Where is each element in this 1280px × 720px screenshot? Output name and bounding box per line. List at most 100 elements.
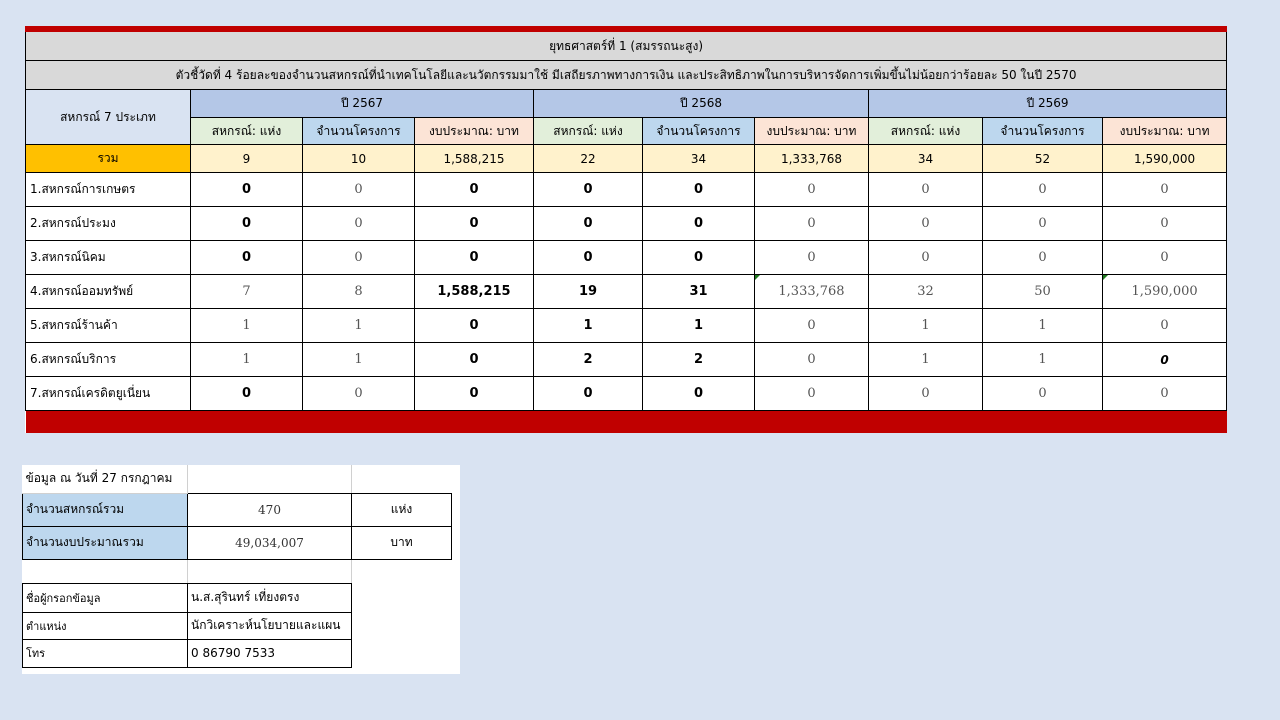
table-cell[interactable]: 50 (982, 274, 1103, 309)
empty-cell (352, 559, 452, 583)
table-cell[interactable]: 1 (868, 342, 983, 377)
table-cell[interactable]: 1 (982, 342, 1103, 377)
table-cell[interactable]: 0 (642, 172, 755, 207)
table-cell[interactable]: 0 (414, 342, 534, 377)
table-cell[interactable]: 0 (868, 376, 983, 411)
table-cell[interactable]: 0 (868, 240, 983, 275)
table-cell[interactable]: 0 (868, 206, 983, 241)
table-cell[interactable]: 0 (302, 376, 415, 411)
table-cell[interactable]: 0 (190, 172, 303, 207)
table-row: 1.สหกรณ์การเกษตร 0 0 0 0 0 0 0 0 0 (25, 172, 1228, 207)
table-cell[interactable]: 0 (1101, 172, 1228, 207)
table-cell[interactable]: 0 (754, 206, 869, 241)
table-cell[interactable]: 0 (190, 240, 303, 275)
table-cell[interactable]: 0 (1101, 376, 1228, 411)
table-cell[interactable]: 0 (754, 240, 869, 275)
total-cell[interactable]: 34 (868, 144, 983, 173)
table-cell[interactable]: 8 (302, 274, 415, 309)
total-cell[interactable]: 22 (533, 144, 643, 173)
table-cell[interactable]: 0 (1101, 240, 1228, 275)
table-cell[interactable]: 0 (414, 172, 534, 207)
empty-cell (22, 559, 188, 584)
col-header-projects: จำนวนโครงการ (302, 117, 415, 145)
col-header-projects: จำนวนโครงการ (642, 117, 755, 145)
table-cell[interactable]: 1 (868, 308, 983, 343)
total-cell[interactable]: 1,333,768 (754, 144, 869, 173)
table-cell[interactable]: 0 (302, 240, 415, 275)
table-cell[interactable]: 1 (302, 342, 415, 377)
table-cell[interactable]: 19 (533, 274, 643, 309)
table-cell[interactable]: 1 (982, 308, 1103, 343)
table-cell[interactable]: 0 (1101, 308, 1228, 343)
table-cell[interactable]: 0 (754, 172, 869, 207)
table-cell[interactable]: 1,590,000 (1101, 274, 1228, 309)
total-cell[interactable]: 9 (190, 144, 303, 173)
table-cell[interactable]: 0 (302, 206, 415, 241)
table-cell[interactable]: 1 (190, 308, 303, 343)
table-cell[interactable]: 1 (642, 308, 755, 343)
table-cell[interactable]: 1 (533, 308, 643, 343)
table-cell[interactable]: 0 (414, 376, 534, 411)
empty-cell (187, 465, 352, 494)
table-row: 5.สหกรณ์ร้านค้า 1 1 0 1 1 0 1 1 0 (25, 308, 1228, 343)
table-cell[interactable]: 32 (868, 274, 983, 309)
total-budget-value[interactable]: 49,034,007 (187, 525, 352, 560)
table-cell[interactable]: 1 (302, 308, 415, 343)
table-cell[interactable]: 0 (533, 206, 643, 241)
table-row: 7.สหกรณ์เครดิตยูเนี่ยน 0 0 0 0 0 0 0 0 0 (25, 376, 1228, 411)
total-cell[interactable]: 34 (642, 144, 755, 173)
table-cell[interactable]: 0 (414, 308, 534, 343)
total-cell[interactable]: 52 (982, 144, 1103, 173)
col-header-coops: สหกรณ์: แห่ง (533, 117, 643, 145)
table-cell[interactable]: 0 (982, 376, 1103, 411)
table-cell[interactable]: 0 (302, 172, 415, 207)
table-cell[interactable]: 0 (1101, 206, 1228, 241)
table-cell[interactable]: 0 (533, 240, 643, 275)
total-coops-value[interactable]: 470 (187, 492, 352, 527)
table-cell[interactable]: 0 (414, 240, 534, 275)
empty-cell (352, 639, 452, 667)
total-cell[interactable]: 1,590,000 (1101, 144, 1228, 173)
year-header-2567: ปี 2567 (190, 89, 534, 118)
row-label: 4.สหกรณ์ออมทรัพย์ (25, 274, 191, 309)
table-cell[interactable]: 2 (642, 342, 755, 377)
table-cell[interactable]: 0 (414, 206, 534, 241)
table-cell[interactable]: 1 (190, 342, 303, 377)
total-budget-unit: บาท (351, 525, 452, 560)
table-cell[interactable]: 31 (642, 274, 755, 309)
empty-cell (352, 583, 452, 612)
total-cell[interactable]: 10 (302, 144, 415, 173)
table-cell[interactable]: 0 (982, 172, 1103, 207)
table-cell[interactable]: 0 (868, 172, 983, 207)
strategy-title: ยุทธศาสตร์ที่ 1 (สมรรถนะสูง) (24, 28, 1228, 61)
table-cell[interactable]: 0 (533, 172, 643, 207)
table-cell[interactable]: 0 (190, 206, 303, 241)
table-cell[interactable]: 0 (982, 240, 1103, 275)
table-cell[interactable]: 0 (754, 308, 869, 343)
contact-position-value[interactable]: นักวิเคราะห์นโยบายและแผน (187, 611, 352, 640)
table-cell[interactable]: 0 (642, 240, 755, 275)
total-cell[interactable]: 1,588,215 (414, 144, 534, 173)
table-row: 3.สหกรณ์นิคม 0 0 0 0 0 0 0 0 0 (25, 240, 1228, 275)
table-cell[interactable]: 0 (982, 206, 1103, 241)
col-header-coops: สหกรณ์: แห่ง (868, 117, 983, 145)
table-cell[interactable]: 0 (1101, 342, 1228, 377)
total-label: รวม (25, 144, 191, 173)
table-cell[interactable]: 1,333,768 (754, 274, 869, 309)
col-header-budget: งบประมาณ: บาท (754, 117, 869, 145)
contact-phone-value[interactable]: 0 86790 7533 (187, 638, 352, 668)
table-cell[interactable]: 7 (190, 274, 303, 309)
table-cell[interactable]: 0 (754, 342, 869, 377)
table-cell[interactable]: 0 (642, 376, 755, 411)
table-cell[interactable]: 0 (754, 376, 869, 411)
table-cell[interactable]: 0 (533, 376, 643, 411)
table-cell[interactable]: 0 (642, 206, 755, 241)
table-cell[interactable]: 1,588,215 (414, 274, 534, 309)
contact-name-value[interactable]: น.ส.สุรินทร์ เที่ยงตรง (187, 582, 352, 613)
table-cell[interactable]: 2 (533, 342, 643, 377)
col-header-projects: จำนวนโครงการ (982, 117, 1103, 145)
table-cell[interactable]: 0 (190, 376, 303, 411)
row-label: 5.สหกรณ์ร้านค้า (25, 308, 191, 343)
col-header-coops: สหกรณ์: แห่ง (190, 117, 303, 145)
total-coops-unit: แห่ง (351, 492, 452, 527)
